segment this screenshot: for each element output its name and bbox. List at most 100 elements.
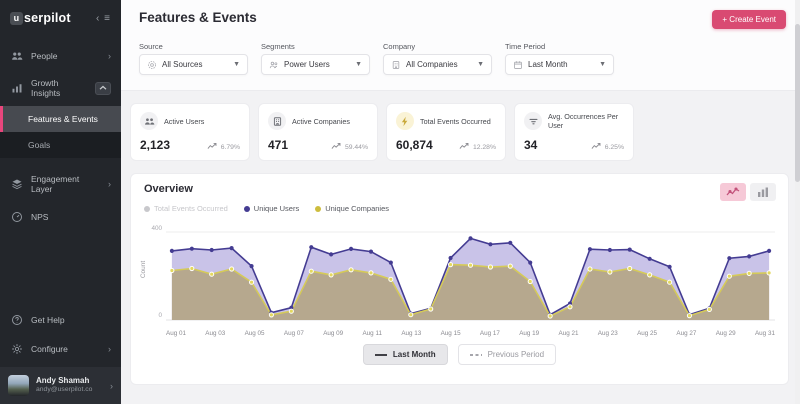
scrollbar[interactable]	[795, 0, 800, 404]
app-window: userpilot ‹ ≡ People › Growth Insights F…	[0, 0, 800, 404]
trend-value: 6.25%	[605, 144, 624, 151]
lightning-icon	[396, 112, 414, 130]
legend-dot	[244, 206, 250, 212]
trend-value: 12.28%	[473, 144, 496, 151]
user-email: andy@userpilot.co	[36, 386, 92, 394]
people-icon	[10, 49, 23, 62]
chevron-down-icon: ▼	[477, 61, 484, 68]
previous-period-button[interactable]: Previous Period	[458, 344, 556, 365]
bar-chart-icon	[757, 185, 769, 200]
sidebar-item-people[interactable]: People ›	[0, 41, 121, 70]
stat-value: 60,874	[396, 138, 433, 152]
sidebar-item-label: Growth Insights	[31, 78, 87, 98]
sidebar-item-features-events[interactable]: Features & Events	[0, 106, 121, 132]
company-select[interactable]: All Companies ▼	[383, 54, 492, 75]
chevron-down-icon: ▼	[599, 61, 606, 68]
chart-legend: Total Events Occurred Unique Users Uniqu…	[144, 204, 775, 213]
select-value: Power Users	[284, 60, 330, 69]
sidebar-item-goals[interactable]: Goals	[0, 132, 121, 158]
legend-total-events[interactable]: Total Events Occurred	[144, 204, 228, 213]
legend-label: Unique Companies	[325, 204, 389, 213]
x-axis-tick: Aug 25	[637, 330, 657, 337]
sidebar-item-configure[interactable]: Configure ›	[0, 334, 121, 367]
filter-label: Segments	[261, 42, 370, 51]
filter-time-period: Time Period Last Month ▼	[505, 42, 614, 75]
chevron-up-icon[interactable]	[95, 82, 111, 95]
stat-label: Total Events Occurred	[420, 117, 491, 126]
area-chart: Count 400 0	[144, 220, 775, 328]
source-select[interactable]: All Sources ▼	[139, 54, 248, 75]
sidebar-item-label: Configure	[31, 344, 68, 354]
nps-gauge-icon	[10, 210, 23, 223]
trend-up-icon	[459, 142, 470, 152]
stat-card-active-companies: Active Companies 471 59.44%	[258, 103, 378, 161]
bar-chart-toggle[interactable]	[750, 183, 776, 201]
main-content: Features & Events + Create Event Source …	[121, 0, 800, 404]
chevron-down-icon: ▼	[355, 61, 362, 68]
x-axis-tick: Aug 23	[598, 330, 618, 337]
logo-wordmark: serpilot	[24, 11, 71, 25]
last-month-button[interactable]: Last Month	[363, 344, 448, 365]
stat-cards: Active Users 2,123 6.79%	[130, 103, 789, 161]
sidebar-item-get-help[interactable]: Get Help	[0, 305, 121, 334]
x-axis-tick: Aug 01	[166, 330, 186, 337]
time-period-select[interactable]: Last Month ▼	[505, 54, 614, 75]
stat-value: 471	[268, 138, 288, 152]
legend-dot	[315, 206, 321, 212]
bar-chart-icon	[10, 82, 23, 95]
building-icon	[391, 60, 401, 70]
chart-plot-area[interactable]	[166, 220, 775, 328]
create-event-button[interactable]: + Create Event	[712, 10, 786, 29]
line-chart-icon	[726, 185, 740, 200]
segments-select[interactable]: Power Users ▼	[261, 54, 370, 75]
layers-icon	[10, 178, 23, 191]
sidebar-item-label: Get Help	[31, 315, 65, 325]
collapse-sidebar-icon[interactable]: ‹ ≡	[96, 13, 111, 24]
filter-label: Company	[383, 42, 492, 51]
period-button-label: Last Month	[393, 350, 436, 359]
stat-card-avg-occurrences: Avg. Occurrences Per User 34 6.25%	[514, 103, 634, 161]
x-axis-tick: Aug 15	[441, 330, 461, 337]
x-axis-tick: Aug 17	[480, 330, 500, 337]
calendar-icon	[513, 60, 523, 70]
filter-company: Company All Companies ▼	[383, 42, 492, 75]
chevron-right-icon: ›	[108, 344, 111, 354]
x-axis-tick: Aug 13	[401, 330, 421, 337]
userpilot-logo: userpilot	[10, 11, 71, 25]
filter-source: Source All Sources ▼	[139, 42, 248, 75]
building-icon	[268, 112, 286, 130]
overview-title: Overview	[144, 183, 775, 195]
x-axis: Aug 01Aug 03Aug 05Aug 07Aug 09Aug 11Aug …	[144, 330, 775, 337]
sidebar-item-nps[interactable]: NPS	[0, 202, 121, 231]
x-axis-tick: Aug 11	[362, 330, 382, 337]
sidebar-item-label: NPS	[31, 212, 48, 222]
sidebar: userpilot ‹ ≡ People › Growth Insights F…	[0, 0, 121, 404]
line-chart-toggle[interactable]	[720, 183, 746, 201]
filter-segments: Segments Power Users ▼	[261, 42, 370, 75]
sidebar-item-label: People	[31, 51, 57, 61]
x-axis-tick: Aug 21	[559, 330, 579, 337]
x-axis-tick: Aug 03	[205, 330, 225, 337]
stat-label: Active Users	[164, 117, 204, 126]
stat-value: 34	[524, 138, 537, 152]
chevron-right-icon: ›	[108, 51, 111, 61]
page-title: Features & Events	[139, 10, 257, 25]
solid-line-icon	[375, 350, 387, 359]
filter-bar: Source All Sources ▼ Segments Power User…	[121, 29, 800, 91]
scrollbar-thumb[interactable]	[795, 24, 800, 182]
legend-unique-users[interactable]: Unique Users	[244, 204, 299, 213]
sidebar-item-growth-insights[interactable]: Growth Insights	[0, 70, 121, 106]
user-menu[interactable]: Andy Shamah andy@userpilot.co ›	[0, 367, 121, 404]
legend-label: Unique Users	[254, 204, 299, 213]
x-axis-tick: Aug 07	[284, 330, 304, 337]
y-axis-tick: 400	[146, 225, 162, 232]
legend-unique-companies[interactable]: Unique Companies	[315, 204, 389, 213]
chart-type-toggles	[720, 183, 776, 201]
user-name: Andy Shamah	[36, 376, 92, 386]
logo-u-badge: u	[10, 12, 23, 25]
x-axis-tick: Aug 09	[323, 330, 343, 337]
chevron-right-icon: ›	[108, 179, 111, 189]
stat-card-total-events: Total Events Occurred 60,874 12.28%	[386, 103, 506, 161]
sidebar-item-engagement-layer[interactable]: Engagement Layer ›	[0, 166, 121, 202]
legend-dot	[144, 206, 150, 212]
